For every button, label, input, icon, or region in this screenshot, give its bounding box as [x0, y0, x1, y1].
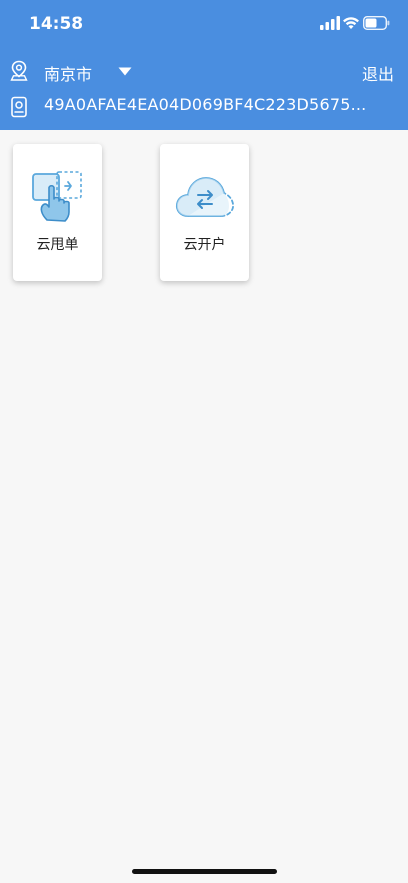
tile-label: 云开户 — [183, 237, 226, 253]
location-row: 南京市 退出 — [0, 56, 408, 86]
city-selector[interactable]: 南京市 — [44, 61, 92, 85]
home-indicator[interactable] — [132, 869, 277, 874]
location-pin-icon — [10, 60, 28, 81]
status-time: 14:58 — [29, 14, 84, 34]
device-row: 49A0AFAE4EA04D069BF4C223D5675... — [0, 92, 408, 122]
device-id: 49A0AFAE4EA04D069BF4C223D5675... — [44, 95, 367, 114]
battery-icon — [363, 16, 390, 30]
logout-button[interactable]: 退出 — [362, 61, 394, 85]
status-bar: 14:58 — [0, 0, 408, 50]
app-header: 14:58 南京市 退出 49A0AFAE4EA04D069BF4C223D56… — [0, 0, 408, 130]
hand-swipe-icon — [32, 171, 82, 222]
tile-label: 云甩单 — [36, 237, 79, 253]
wifi-icon — [343, 17, 359, 29]
tile-cloud-dispatch[interactable]: 云甩单 — [13, 144, 102, 281]
tile-cloud-account[interactable]: 云开户 — [160, 144, 249, 281]
cloud-sync-icon — [175, 177, 234, 217]
signal-icon — [320, 16, 340, 30]
device-icon — [11, 96, 27, 118]
caret-down-icon[interactable] — [118, 67, 132, 76]
function-grid: 云甩单 云开户 — [0, 144, 408, 284]
